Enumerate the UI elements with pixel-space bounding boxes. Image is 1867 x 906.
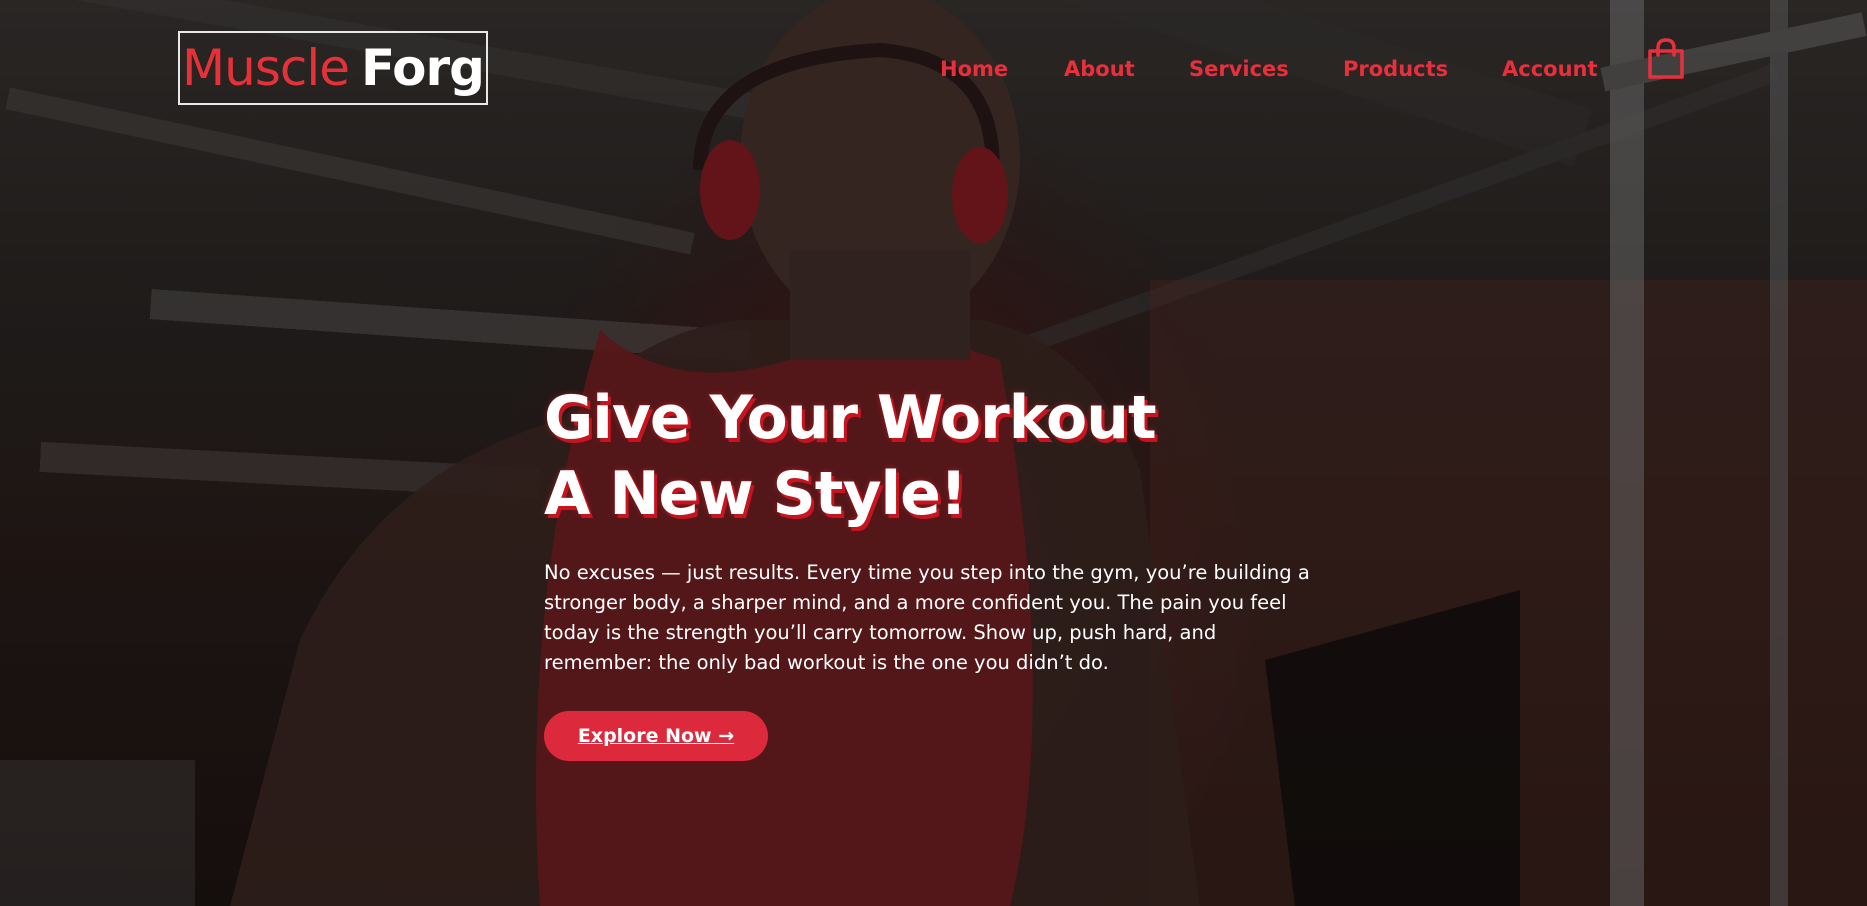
hero-description: No excuses — just results. Every time yo…	[544, 561, 1310, 674]
hero-title: Give Your Workout A New Style!	[544, 380, 1324, 532]
nav-item-products[interactable]: Products	[1343, 57, 1448, 81]
nav-item-services[interactable]: Services	[1189, 57, 1289, 81]
brand-name-red: Muscle	[182, 39, 350, 97]
nav-item-home[interactable]: Home	[940, 57, 1008, 81]
hero-content: Give Your Workout A New Style! No excuse…	[544, 380, 1324, 678]
hero-title-line-2: A New Style!	[544, 459, 967, 529]
navbar: Muscle Forg Home About Services Products…	[0, 0, 1867, 130]
hero-title-line-1: Give Your Workout	[544, 383, 1157, 453]
explore-now-button[interactable]: Explore Now →	[544, 711, 768, 761]
shopping-bag-icon[interactable]	[1646, 37, 1686, 81]
brand-logo[interactable]: Muscle Forg	[178, 31, 488, 105]
hero-section: Muscle Forg Home About Services Products…	[0, 0, 1867, 906]
nav-item-account[interactable]: Account	[1502, 57, 1598, 81]
brand-name-white: Forg	[361, 39, 485, 97]
nav-item-about[interactable]: About	[1064, 57, 1135, 81]
